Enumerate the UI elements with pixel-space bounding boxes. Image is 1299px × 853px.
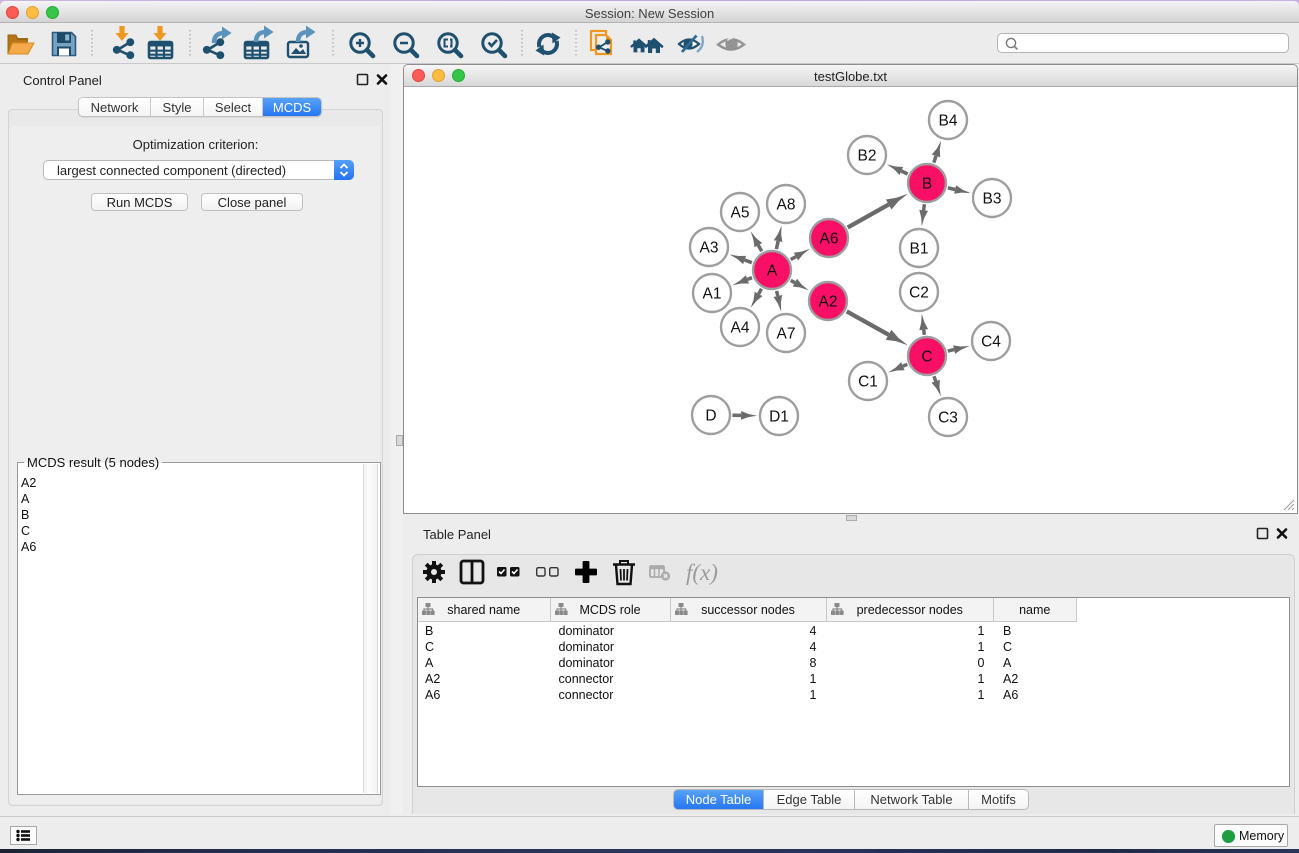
svg-text:f(x): f(x) [686,560,718,585]
svg-text:B1: B1 [910,241,929,258]
svg-text:A1: A1 [703,286,722,303]
svg-text:D: D [705,408,716,425]
svg-text:A8: A8 [777,197,796,214]
svg-text:C3: C3 [938,410,958,427]
svg-text:A3: A3 [700,240,719,257]
svg-text:A: A [767,263,778,280]
svg-text:A5: A5 [731,205,750,222]
svg-text:A4: A4 [731,320,750,337]
svg-text:B4: B4 [939,113,958,130]
svg-text:A7: A7 [777,326,796,343]
svg-text:B2: B2 [858,148,877,165]
svg-text:C4: C4 [981,334,1001,351]
svg-text:B: B [922,176,932,193]
svg-text:D1: D1 [769,409,789,426]
svg-text:C2: C2 [909,285,929,302]
svg-text:C1: C1 [858,374,878,391]
svg-text:C: C [921,349,932,366]
svg-text:B3: B3 [983,191,1002,208]
svg-text:A6: A6 [820,231,839,248]
svg-text:A2: A2 [819,294,838,311]
